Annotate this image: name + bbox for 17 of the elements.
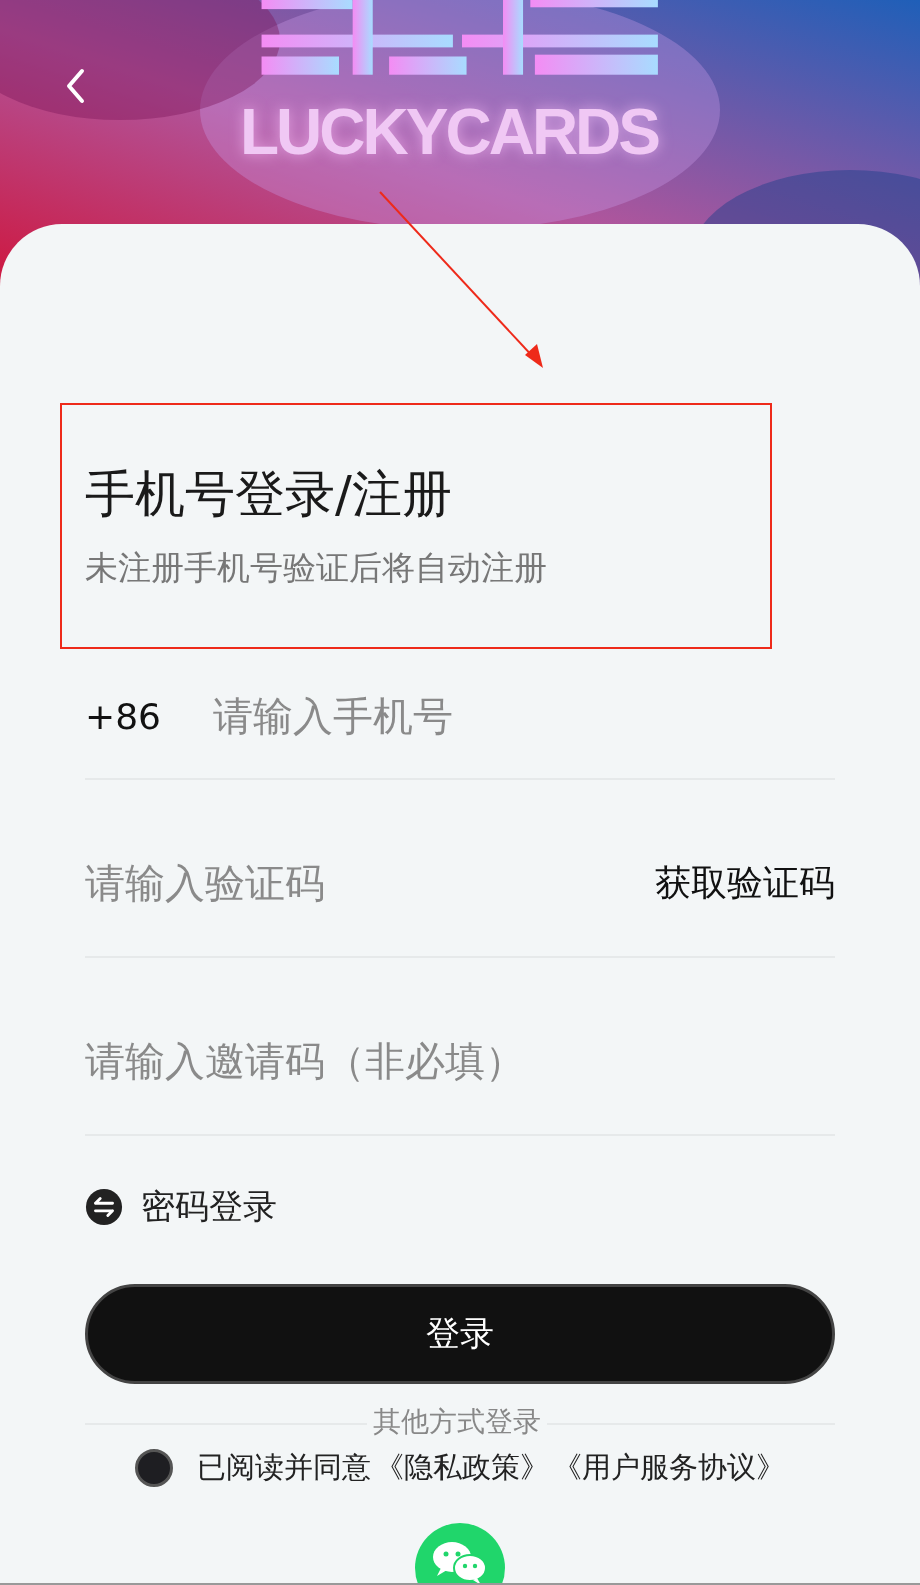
privacy-policy-link[interactable]: 《隐私政策》 xyxy=(375,1448,549,1488)
password-login-link[interactable]: 密码登录 xyxy=(141,1184,277,1230)
code-input[interactable]: 请输入验证码 xyxy=(85,860,655,906)
phone-input[interactable]: 请输入手机号 xyxy=(213,693,835,739)
invite-code-input[interactable]: 请输入邀请码（非必填） xyxy=(85,1038,835,1084)
page-subtitle: 未注册手机号验证后将自动注册 xyxy=(85,547,548,589)
country-code[interactable]: +86 xyxy=(85,695,161,737)
get-code-link[interactable]: 获取验证码 xyxy=(655,858,835,908)
brand-logo-text: LUCKYCARDS xyxy=(240,96,658,168)
user-agreement-link[interactable]: 《用户服务协议》 xyxy=(553,1448,785,1488)
wechat-icon[interactable] xyxy=(415,1523,505,1585)
login-button[interactable]: 登录 xyxy=(85,1284,835,1384)
agreement-text: 已阅读并同意 xyxy=(197,1449,371,1486)
back-icon[interactable] xyxy=(66,68,86,104)
agreement-checkbox[interactable] xyxy=(135,1449,173,1487)
page-title: 手机号登录/注册 xyxy=(85,464,453,524)
swap-icon[interactable] xyxy=(85,1188,123,1226)
